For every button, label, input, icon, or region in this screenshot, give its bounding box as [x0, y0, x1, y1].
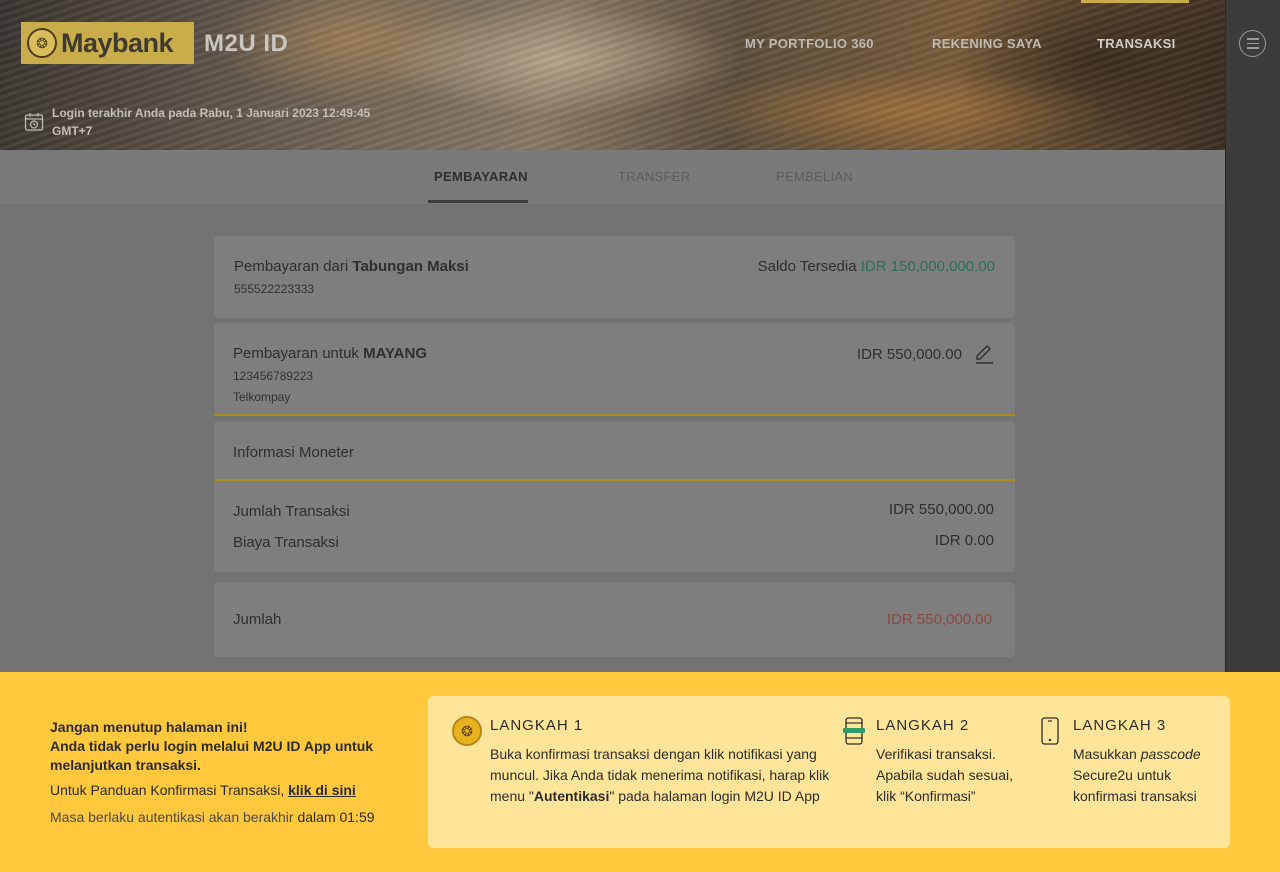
step1-body: Buka konfirmasi transaksi dengan klik no… — [490, 746, 830, 804]
tab-active-indicator — [428, 200, 528, 203]
smartphone-icon — [1041, 717, 1059, 745]
edit-icon[interactable] — [974, 344, 994, 364]
payment-amount: IDR 550,000.00 — [856, 346, 962, 363]
auth-steps-panel: ❂ LANGKAH 1 Buka konfirmasi transaksi de… — [428, 696, 1230, 848]
nav-transaksi[interactable]: TRANSAKSI — [1097, 36, 1176, 51]
calendar-clock-icon — [24, 113, 44, 131]
payee-label: Pembayaran untuk MAYANG — [233, 345, 427, 362]
payee-number: 123456789223 — [233, 369, 314, 383]
source-account-label: Pembayaran dari Tabungan Maksi — [234, 258, 469, 275]
total-value: IDR 550,000.00 — [886, 611, 992, 628]
guide-text: Untuk Panduan Konfirmasi Transaksi, klik… — [50, 782, 356, 798]
monetary-info-title: Informasi Moneter — [233, 444, 354, 461]
tab-pembelian[interactable]: PEMBELIAN — [776, 169, 853, 184]
step3-title: LANGKAH 3 — [1073, 717, 1167, 734]
last-login-info: Login terakhir Anda pada Rabu, 1 Januari… — [24, 104, 370, 140]
available-balance: Saldo Tersedia IDR 150,000,000.00 — [757, 258, 995, 275]
step3-body: Masukkan passcode Secure2u untuk konfirm… — [1073, 746, 1201, 804]
app-name: M2U ID — [204, 30, 289, 57]
transaction-amount-value: IDR 550,000.00 — [888, 501, 994, 518]
total-card: Jumlah IDR 550,000.00 — [214, 582, 1015, 657]
expiry-text: Masa berlaku autentikasi akan berakhir d… — [50, 809, 375, 825]
transaction-fee-value: IDR 0.00 — [934, 532, 994, 549]
nav-my-portfolio[interactable]: MY PORTFOLIO 360 — [745, 36, 874, 51]
balance-value: IDR 150,000,000.00 — [860, 258, 995, 275]
payee-card: Pembayaran untuk MAYANG 123456789223 Tel… — [214, 323, 1015, 416]
tiger-icon: ❂ — [27, 28, 57, 58]
phone-verify-icon — [843, 717, 865, 745]
payee-name: MAYANG — [363, 345, 427, 362]
total-label: Jumlah — [233, 611, 282, 628]
source-account-card: Pembayaran dari Tabungan Maksi 555522223… — [214, 236, 1015, 318]
last-login-text: Login terakhir Anda pada Rabu, 1 Januari… — [52, 106, 371, 120]
logo-text: Maybank — [61, 27, 174, 58]
biller-name: Telkompay — [233, 390, 291, 404]
transaction-amount-label: Jumlah Transaksi — [233, 503, 350, 520]
step1-title: LANGKAH 1 — [490, 717, 584, 734]
side-panel — [1225, 0, 1280, 672]
hamburger-menu-icon[interactable] — [1239, 30, 1266, 57]
transaction-fee-label: Biaya Transaksi — [233, 534, 339, 551]
maybank-logo[interactable]: ❂ Maybank — [21, 22, 194, 64]
maybank-tiger-icon: ❂ — [452, 716, 482, 746]
source-account-number: 555522223333 — [234, 282, 315, 296]
warning-line1: Jangan menutup halaman ini! — [50, 719, 248, 735]
expiry-countdown: dalam 01:59 — [297, 809, 375, 825]
warning-message: Jangan menutup halaman ini! Anda tidak p… — [50, 718, 410, 775]
nav-active-indicator — [1081, 0, 1189, 3]
step2-body: Verifikasi transaksi. Apabila sudah sesu… — [876, 746, 1013, 804]
card-divider — [214, 479, 1015, 481]
tab-transfer[interactable]: TRANSFER — [618, 169, 690, 184]
guide-link[interactable]: klik di sini — [288, 782, 356, 798]
nav-rekening-saya[interactable]: REKENING SAYA — [932, 36, 1042, 51]
step2-title: LANGKAH 2 — [876, 717, 970, 734]
monetary-info-card: Informasi Moneter Jumlah Transaksi IDR 5… — [214, 421, 1015, 572]
tab-pembayaran[interactable]: PEMBAYARAN — [434, 169, 528, 184]
warning-line2: Anda tidak perlu login melalui M2U ID Ap… — [50, 738, 374, 773]
transaction-tabs: PEMBAYARAN TRANSFER PEMBELIAN — [0, 150, 1225, 204]
source-account-name: Tabungan Maksi — [352, 258, 469, 275]
timezone-text: GMT+7 — [52, 124, 93, 138]
card-divider — [214, 414, 1015, 416]
